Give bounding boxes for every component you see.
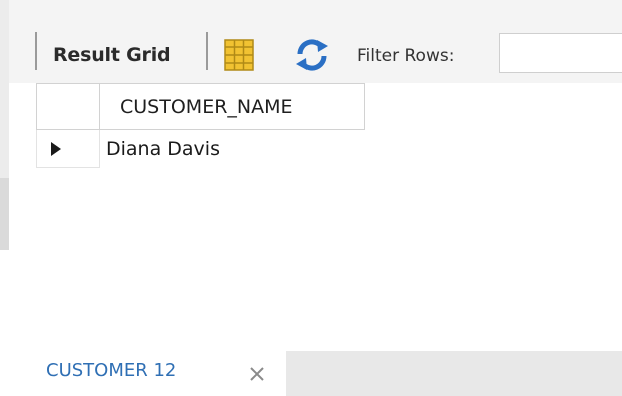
top-strip <box>0 0 622 18</box>
table-row[interactable]: Diana Davis <box>36 129 365 168</box>
result-toolbar: Result Grid Filter Rows: <box>9 18 622 83</box>
column-header-customer-name[interactable]: CUSTOMER_NAME <box>99 83 365 130</box>
left-edge-scroll <box>0 178 9 250</box>
refresh-icon[interactable] <box>294 38 330 72</box>
toolbar-separator <box>35 32 37 70</box>
row-marker[interactable] <box>36 129 100 168</box>
toolbar-separator <box>206 32 208 70</box>
tabbar-empty-area <box>286 351 622 396</box>
result-tabbar: CUSTOMER 12 <box>0 343 622 396</box>
result-grid-tab[interactable]: Result Grid <box>53 44 171 66</box>
close-icon[interactable] <box>246 363 268 385</box>
filter-rows-label: Filter Rows: <box>357 46 455 66</box>
current-row-arrow-icon <box>51 142 61 156</box>
row-header-corner[interactable] <box>36 83 100 130</box>
table-header-row: CUSTOMER_NAME <box>36 83 365 130</box>
grid-columns-icon[interactable] <box>224 39 254 71</box>
table-cell[interactable]: Diana Davis <box>99 129 365 168</box>
result-grid: CUSTOMER_NAME Diana Davis <box>9 83 622 343</box>
filter-rows-input[interactable] <box>499 33 622 73</box>
tab-customer-12[interactable]: CUSTOMER 12 <box>46 360 176 381</box>
result-table: CUSTOMER_NAME Diana Davis <box>36 83 365 168</box>
